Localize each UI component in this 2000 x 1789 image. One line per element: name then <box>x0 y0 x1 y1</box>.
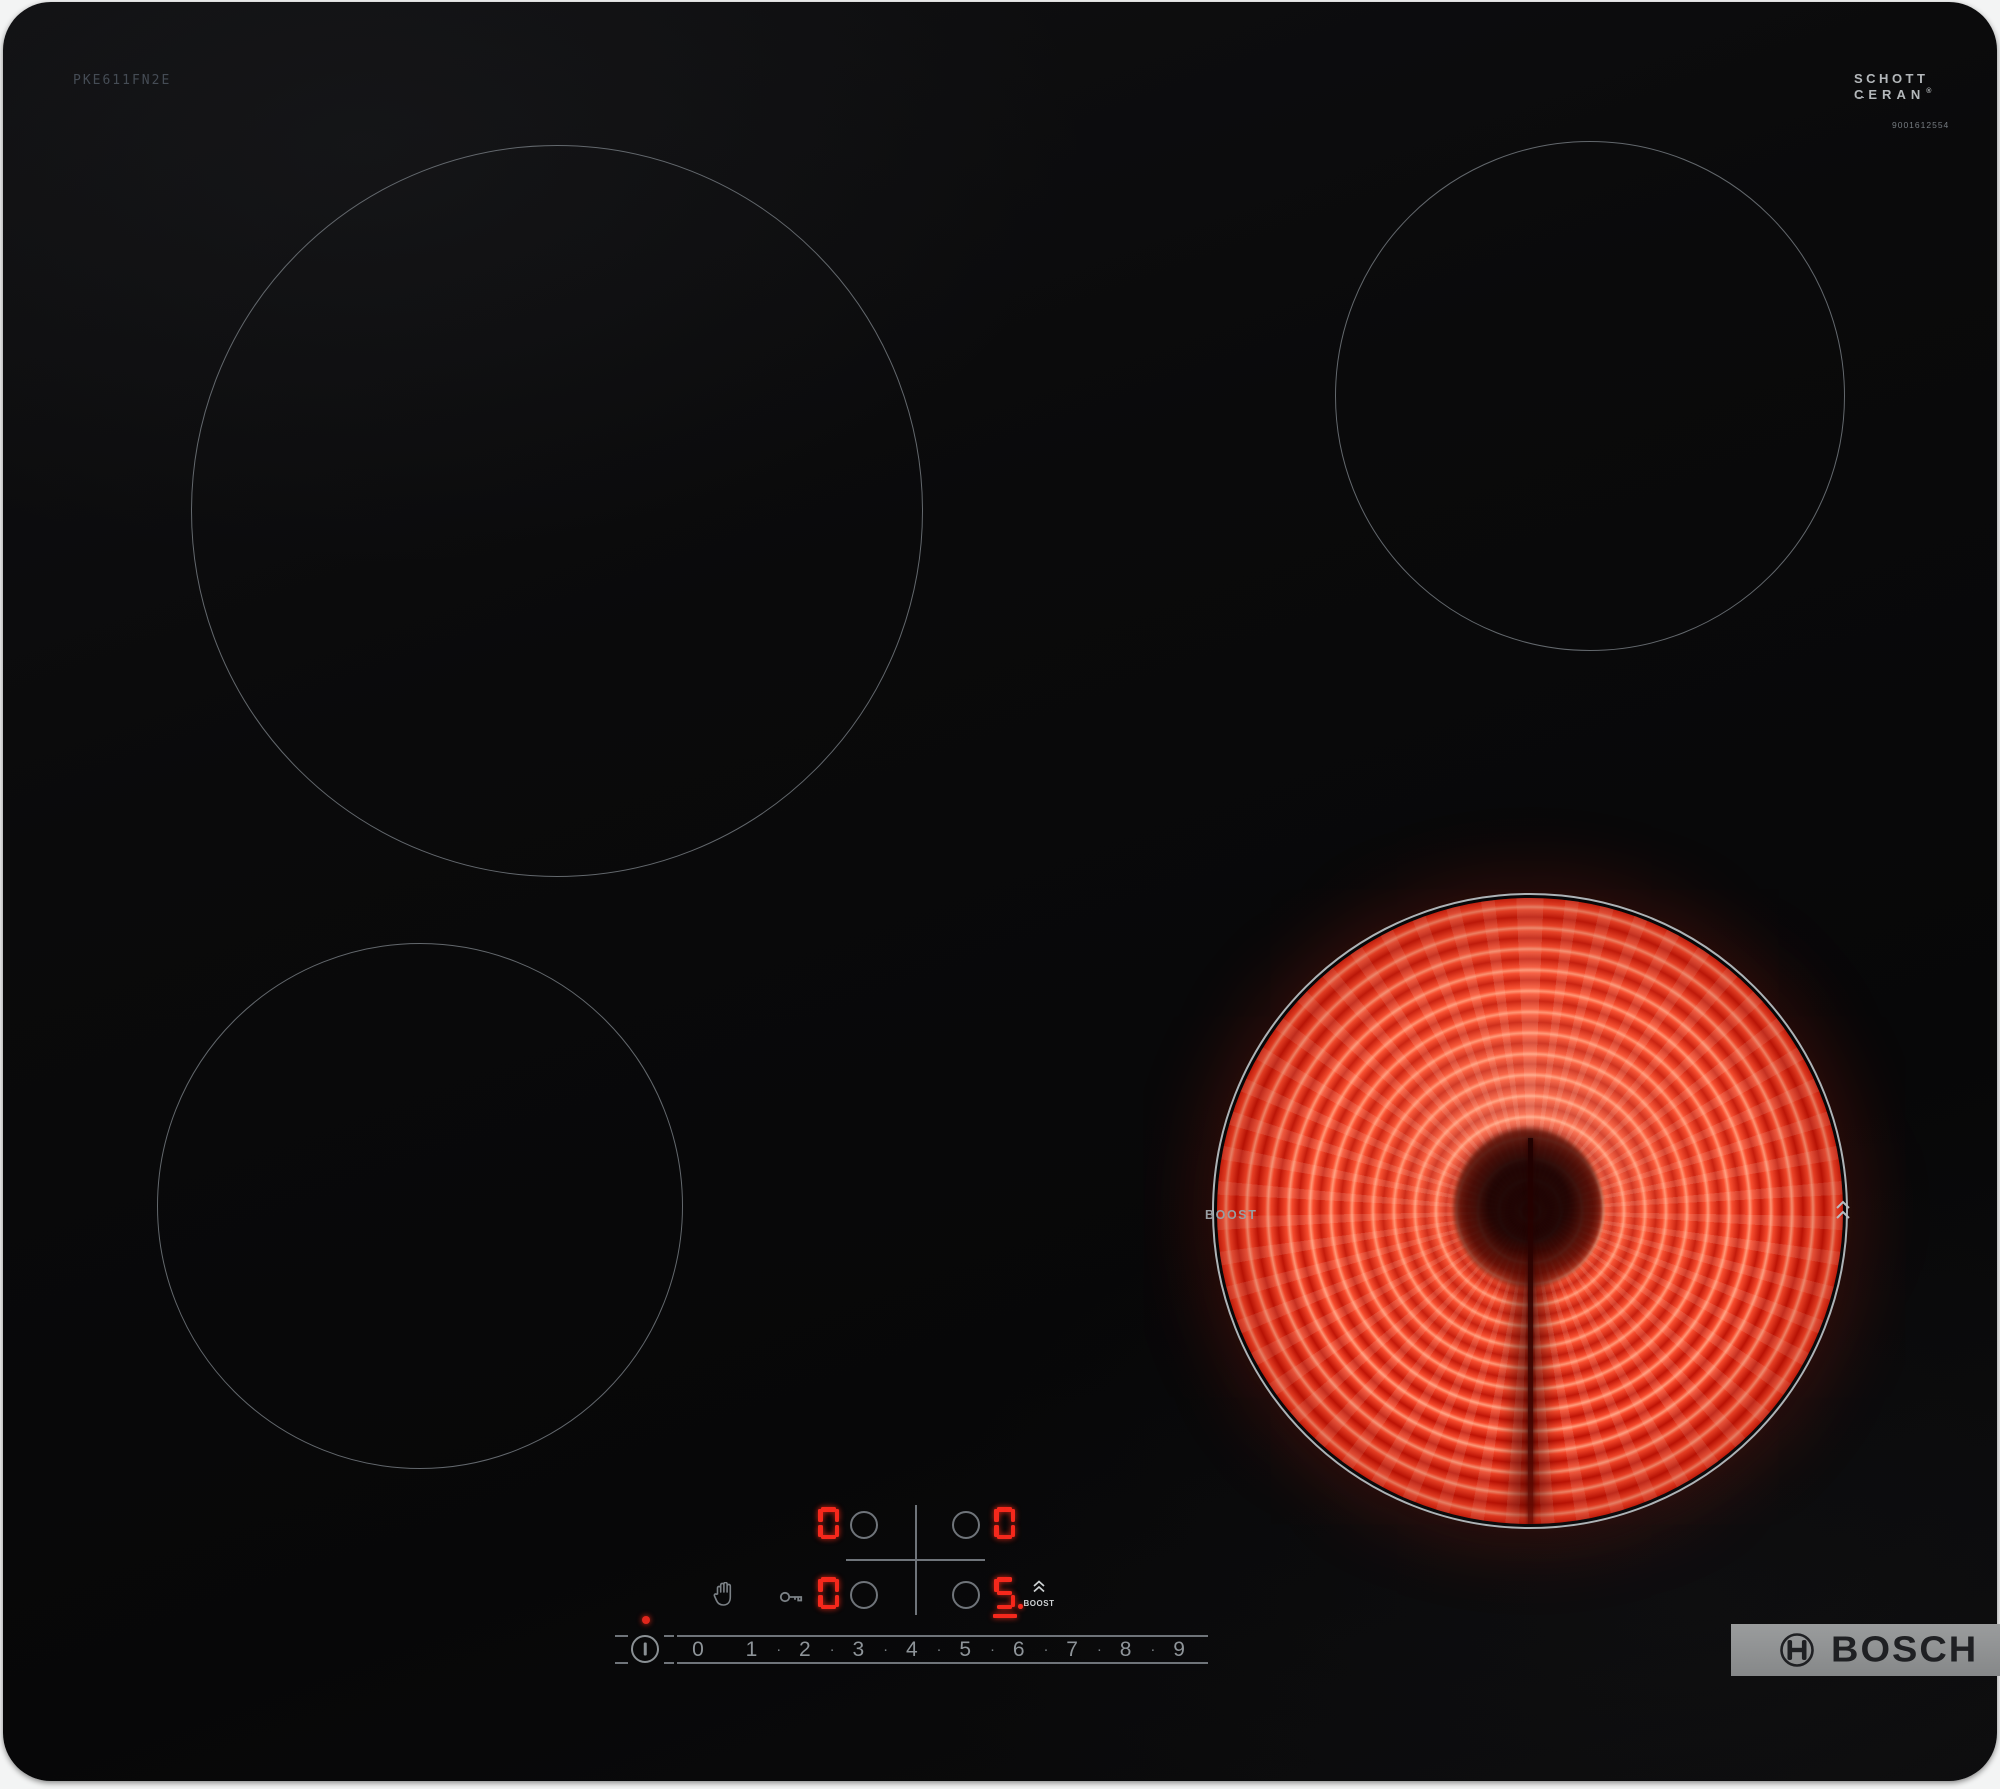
double-chevron-up-icon <box>1835 1198 1851 1222</box>
slider-separator-dot: · <box>1038 1641 1054 1658</box>
registered-mark: ® <box>1926 88 1936 95</box>
hob-glass-surface: PKE611FN2E SCHOTT CERAN® 9001612554 BOOS… <box>3 2 1997 1781</box>
cooking-zone-rear-right <box>1335 141 1845 651</box>
hand-icon[interactable] <box>713 1582 733 1609</box>
product-photo-bosch-hob: PKE611FN2E SCHOTT CERAN® 9001612554 BOOS… <box>0 0 2000 1789</box>
power-button[interactable] <box>631 1635 659 1663</box>
radiant-heating-element <box>1217 898 1843 1524</box>
slider-separator-dot: · <box>878 1641 894 1658</box>
schott-logo-line1: SCHOTT <box>1854 72 1936 85</box>
slider-separator-dot: · <box>824 1641 840 1658</box>
boost-chevron-icon <box>1032 1580 1046 1593</box>
boost-zone-marking: BOOST <box>1205 1208 1257 1222</box>
cooking-zone-rear-left <box>191 145 923 877</box>
slider-level-1[interactable]: 1 <box>736 1638 766 1662</box>
slider-track-top <box>677 1635 1208 1637</box>
display-rear-left <box>818 1507 839 1539</box>
selector-cross-horizontal <box>846 1559 985 1561</box>
slider-separator-dot: · <box>1091 1641 1107 1658</box>
zone-select-key-rear-left[interactable] <box>850 1511 878 1539</box>
bosch-symbol-icon <box>1779 1632 1815 1668</box>
slider-level-2[interactable]: 2 <box>790 1638 820 1662</box>
slider-separator-dot: · <box>931 1641 947 1658</box>
boost-key-label: BOOST <box>1019 1599 1059 1608</box>
cooking-zone-front-left <box>157 943 683 1469</box>
boost-key[interactable]: BOOST <box>1019 1580 1059 1608</box>
slider-separator-dot: · <box>985 1641 1001 1658</box>
key-lock-icon[interactable] <box>779 1589 805 1605</box>
zone-select-key-rear-right[interactable] <box>952 1511 980 1539</box>
power-icon <box>644 1643 647 1656</box>
active-level-cursor <box>993 1614 1017 1618</box>
slider-level-3[interactable]: 3 <box>843 1638 873 1662</box>
slider-level-8[interactable]: 8 <box>1111 1638 1141 1662</box>
slider-separator-dot: · <box>771 1641 787 1658</box>
display-front-left <box>818 1577 839 1609</box>
model-number-label: PKE611FN2E <box>73 73 171 88</box>
glass-code-label: 9001612554 <box>1892 120 1949 130</box>
logo-underline <box>1856 97 1864 98</box>
schott-ceran-logo: SCHOTT CERAN® <box>1854 72 1936 101</box>
zone-select-key-front-left[interactable] <box>850 1581 878 1609</box>
bosch-wordmark: BOSCH <box>1831 1629 1978 1670</box>
zone-select-key-front-right[interactable] <box>952 1581 980 1609</box>
slider-level-9[interactable]: 9 <box>1164 1638 1194 1662</box>
display-rear-right <box>994 1507 1015 1539</box>
cooking-zone-front-right-hot <box>1212 893 1848 1529</box>
schott-logo-line2: CERAN® <box>1854 88 1936 101</box>
power-status-led <box>642 1616 650 1624</box>
slider-separator-dot: · <box>1145 1641 1161 1658</box>
slider-track-bottom <box>677 1662 1208 1664</box>
slider-level-4[interactable]: 4 <box>897 1638 927 1662</box>
slider-level-6[interactable]: 6 <box>1004 1638 1034 1662</box>
display-front-right <box>994 1577 1015 1609</box>
slider-level-7[interactable]: 7 <box>1057 1638 1087 1662</box>
slider-level-5[interactable]: 5 <box>950 1638 980 1662</box>
bosch-logo-band: BOSCH <box>1731 1624 2000 1676</box>
slider-level-0[interactable]: 0 <box>683 1638 713 1662</box>
